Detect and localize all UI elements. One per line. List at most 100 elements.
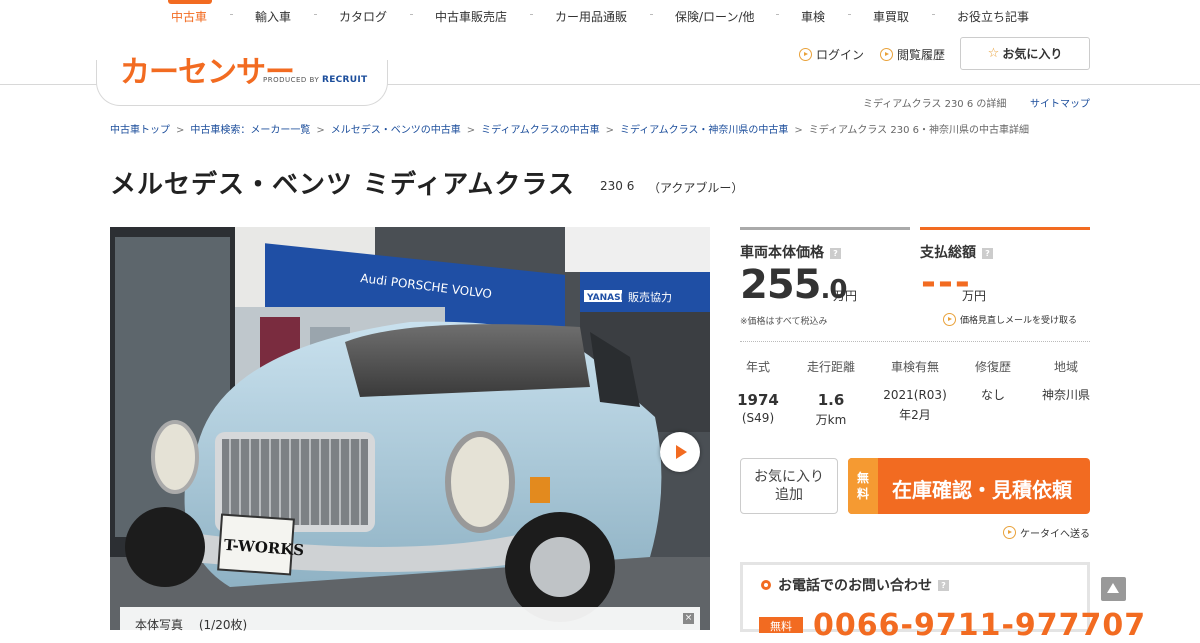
nav-divider <box>848 14 851 15</box>
body-price-top-border <box>740 227 910 230</box>
nav-divider <box>932 14 935 15</box>
price-alert-link[interactable]: 価格見直しメールを受け取る <box>943 313 1077 326</box>
nav-dealers[interactable]: 中古車販売店 <box>435 8 507 25</box>
spec-value: なし <box>980 388 1005 402</box>
spec-mileage: 走行距離 1.6 万km <box>796 358 866 428</box>
breadcrumb-link[interactable]: 中古車トップ <box>110 125 170 136</box>
car-photo-image: Audi PORSCHE VOLVO YANASE 販売協力 T-WORKS <box>110 227 710 630</box>
breadcrumb-link[interactable]: メルセデス・ベンツの中古車 <box>331 125 461 136</box>
play-circle-icon <box>880 48 893 61</box>
tax-note: ※価格はすべて税込み <box>740 317 828 327</box>
page-title: メルセデス・ベンツ ミディアムクラス <box>110 170 575 200</box>
play-circle-icon <box>943 313 956 326</box>
page-description: ミディアムクラス 230 6 の詳細 <box>863 99 1007 110</box>
nav-divider <box>776 14 779 15</box>
next-photo-button[interactable] <box>660 432 700 472</box>
car-photo[interactable]: Audi PORSCHE VOLVO YANASE 販売協力 T-WORKS <box>110 227 710 630</box>
active-tab-marker <box>168 0 212 4</box>
scroll-to-top-button[interactable] <box>1101 577 1126 601</box>
body-price-unit: 万円 <box>833 289 858 303</box>
nav-divider <box>410 14 413 15</box>
photo-caption: 本体写真 (1/20枚) × <box>120 607 700 632</box>
breadcrumb: 中古車トップ > 中古車検索：メーカー一覧 > メルセデス・ベンツの中古車 > ミディアムク… <box>110 121 1029 136</box>
produced-by-label: PRODUCED BY <box>263 76 320 84</box>
spec-label: 年式 <box>745 360 770 374</box>
phone-number[interactable]: 0066-9711-977707 <box>813 608 1146 643</box>
spec-value: 神奈川県 <box>1041 388 1090 402</box>
spec-value: 2021(R03) <box>883 388 947 402</box>
nav-used-cars[interactable]: 中古車 <box>171 8 207 25</box>
phone-contact-title-row: お電話でのお問い合わせ? <box>761 575 949 595</box>
spec-sub: (S49) <box>741 411 775 425</box>
nav-divider <box>530 14 533 15</box>
send-to-mobile-label: ケータイへ送る <box>1020 529 1090 540</box>
breadcrumb-arrow-icon: > <box>794 125 803 136</box>
help-icon[interactable]: ? <box>982 248 993 259</box>
nav-inspection[interactable]: 車検 <box>801 8 825 25</box>
spec-label: 修復歴 <box>974 360 1011 374</box>
nav-car-goods[interactable]: カー用品通販 <box>555 8 627 25</box>
spec-repair-history: 修復歴 なし <box>958 358 1028 404</box>
free-badge: 無料 <box>848 458 878 514</box>
star-icon: ☆ <box>987 46 1000 61</box>
spec-sub: 万km <box>815 413 847 427</box>
price-alert-label: 価格見直しメールを受け取る <box>960 316 1078 326</box>
help-icon[interactable]: ? <box>938 579 949 591</box>
spec-value: 1974 <box>737 391 779 409</box>
body-price-label-row: 車両本体価格? <box>740 242 841 262</box>
breadcrumb-arrow-icon: > <box>176 125 185 136</box>
dealer-sign-yanase: YANASE <box>586 293 627 303</box>
breadcrumb-link[interactable]: ミディアムクラス・神奈川県の中古車 <box>620 125 788 136</box>
divider <box>740 341 1090 342</box>
free-badge-char1: 無 <box>856 471 869 485</box>
add-favorite-line1: お気に入り <box>754 469 824 485</box>
favorites-button[interactable]: ☆ お気に入り <box>960 37 1090 70</box>
body-price-label: 車両本体価格 <box>740 245 824 261</box>
favorites-label: お気に入り <box>1002 47 1063 61</box>
spec-region: 地域 神奈川県 <box>1031 358 1101 404</box>
breadcrumb-arrow-icon: > <box>466 125 476 136</box>
login-label: ログイン <box>816 48 865 62</box>
global-nav: 中古車 輸入車 カタログ 中古車販売店 カー用品通販 保険/ローン/他 車検 車… <box>0 0 1200 32</box>
history-link[interactable]: 閲覧履歴 <box>880 46 945 63</box>
car-grade: 230 6 <box>600 179 635 193</box>
total-price-top-border <box>920 227 1090 230</box>
breadcrumb-link[interactable]: 中古車検索：メーカー一覧 <box>190 125 310 136</box>
close-icon[interactable]: × <box>683 613 694 624</box>
breadcrumb-arrow-icon: > <box>605 125 614 136</box>
add-favorite-line2: 追加 <box>775 487 803 503</box>
total-price-label: 支払総額 <box>920 245 976 261</box>
sitemap-link[interactable]: サイトマップ <box>1030 95 1090 110</box>
add-favorite-button[interactable]: お気に入り 追加 <box>740 458 838 514</box>
nav-buyback[interactable]: 車買取 <box>873 8 909 25</box>
nav-imported[interactable]: 輸入車 <box>255 8 291 25</box>
nav-articles[interactable]: お役立ち記事 <box>957 8 1029 25</box>
spec-label: 車検有無 <box>890 360 939 374</box>
spec-value: 1.6 <box>817 391 845 409</box>
help-icon[interactable]: ? <box>830 248 841 259</box>
send-to-mobile-link[interactable]: ケータイへ送る <box>1003 525 1090 540</box>
nav-divider <box>314 14 317 15</box>
login-link[interactable]: ログイン <box>799 46 864 63</box>
body-price-integer: 255 <box>740 262 821 308</box>
breadcrumb-arrow-icon: > <box>316 125 325 136</box>
nav-divider <box>230 14 233 15</box>
nav-catalog[interactable]: カタログ <box>339 8 387 25</box>
phone-contact-title: お電話でのお問い合わせ <box>778 578 932 594</box>
phone-free-badge: 無料 <box>759 617 803 633</box>
dealer-sign-jp: 販売協力 <box>628 291 672 304</box>
spec-label: 走行距離 <box>806 360 855 374</box>
spec-sub: 年2月 <box>899 408 931 422</box>
car-color: （アクアブルー） <box>648 181 744 195</box>
free-badge-char2: 料 <box>856 487 869 501</box>
nav-divider <box>650 14 653 15</box>
inquiry-button[interactable]: 無料 在庫確認・見積依頼 <box>848 458 1090 514</box>
nav-insurance[interactable]: 保険/ローン/他 <box>675 8 755 25</box>
history-label: 閲覧履歴 <box>897 48 946 62</box>
play-circle-icon <box>799 48 812 61</box>
breadcrumb-link[interactable]: ミディアムクラスの中古車 <box>481 125 599 136</box>
inquiry-label: 在庫確認・見積依頼 <box>892 478 1072 502</box>
bullet-icon <box>761 580 771 590</box>
spec-label: 地域 <box>1053 360 1078 374</box>
total-price-label-row: 支払総額? <box>920 242 993 262</box>
